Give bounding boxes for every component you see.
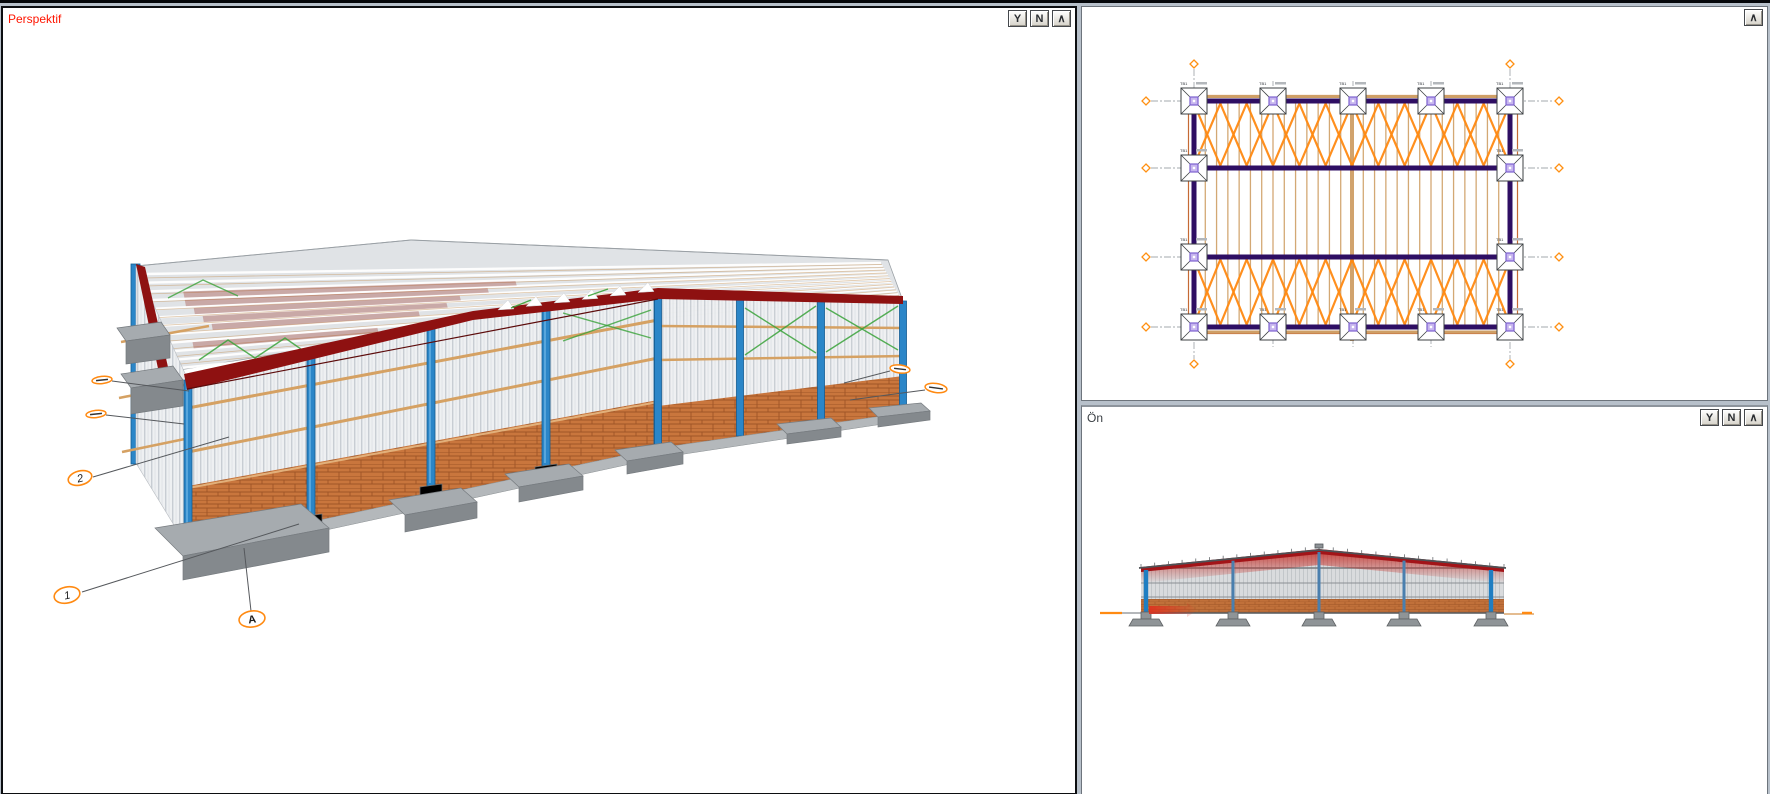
viewport-buttons-front: Y N ∧ [1700, 409, 1763, 426]
view-up-button[interactable]: ∧ [1744, 409, 1763, 426]
view-up-button[interactable]: ∧ [1052, 10, 1071, 27]
axis-balloon-edge-left-lower[interactable] [86, 409, 107, 418]
svg-text:TB1: TB1 [1417, 307, 1425, 312]
svg-text:TB1: TB1 [1180, 237, 1188, 242]
svg-text:TB1: TB1 [1180, 81, 1188, 86]
viewport-buttons-plan: ∧ [1744, 9, 1763, 26]
application-window: Perspektif Y N ∧ [0, 0, 1770, 794]
viewport-buttons-perspective: Y N ∧ [1008, 10, 1071, 27]
svg-text:TB1: TB1 [1180, 307, 1188, 312]
svg-text:TB1: TB1 [1259, 81, 1267, 86]
axis-balloon-edge-right-lower[interactable] [924, 382, 947, 394]
front-elevation-canvas [1082, 407, 1767, 793]
svg-text:TB1: TB1 [1339, 307, 1347, 312]
axis-balloon-edge-left-upper[interactable] [92, 375, 113, 384]
svg-text:TB1: TB1 [1259, 307, 1267, 312]
viewport-title-front: Ön [1087, 411, 1103, 425]
view-n-button[interactable]: N [1722, 409, 1741, 426]
axis-balloon-1[interactable]: 1 [53, 584, 82, 605]
svg-text:TB1: TB1 [1496, 307, 1504, 312]
view-y-button[interactable]: Y [1700, 409, 1719, 426]
viewport-perspective[interactable]: Perspektif Y N ∧ [1, 6, 1077, 794]
viewport-plan[interactable]: ∧ TB1TB1TB1TB1TB1TB1TB1TB1TB1TB1TB1TB1TB… [1081, 6, 1768, 401]
axis-balloon-a-label: A [247, 613, 257, 626]
view-y-button[interactable]: Y [1008, 10, 1027, 27]
viewport-title-perspective: Perspektif [8, 12, 61, 26]
svg-text:TB1: TB1 [1339, 81, 1347, 86]
axis-balloon-a[interactable]: A [238, 609, 266, 628]
svg-text:TB1: TB1 [1180, 148, 1188, 153]
perspective-3d-canvas: 2 1 A [3, 8, 1075, 793]
front-elevation-drawing [1100, 544, 1534, 626]
plan-purlins [1194, 95, 1510, 341]
svg-text:TB1: TB1 [1496, 81, 1504, 86]
plan-drawing-canvas: TB1 TB1 TB1 TB1 TB1 TB1 TB1 TB1 TB1 TB1 TB1 TB1 TB1 T… [1082, 7, 1767, 400]
svg-text:TB1: TB1 [1496, 237, 1504, 242]
view-n-button[interactable]: N [1030, 10, 1049, 27]
svg-text:TB1: TB1 [1417, 81, 1425, 86]
view-up-button[interactable]: ∧ [1744, 9, 1763, 26]
viewport-front[interactable]: Ön Y N ∧ [1081, 405, 1768, 794]
svg-text:TB1: TB1 [1496, 148, 1504, 153]
axis-balloon-2[interactable]: 2 [67, 468, 94, 487]
